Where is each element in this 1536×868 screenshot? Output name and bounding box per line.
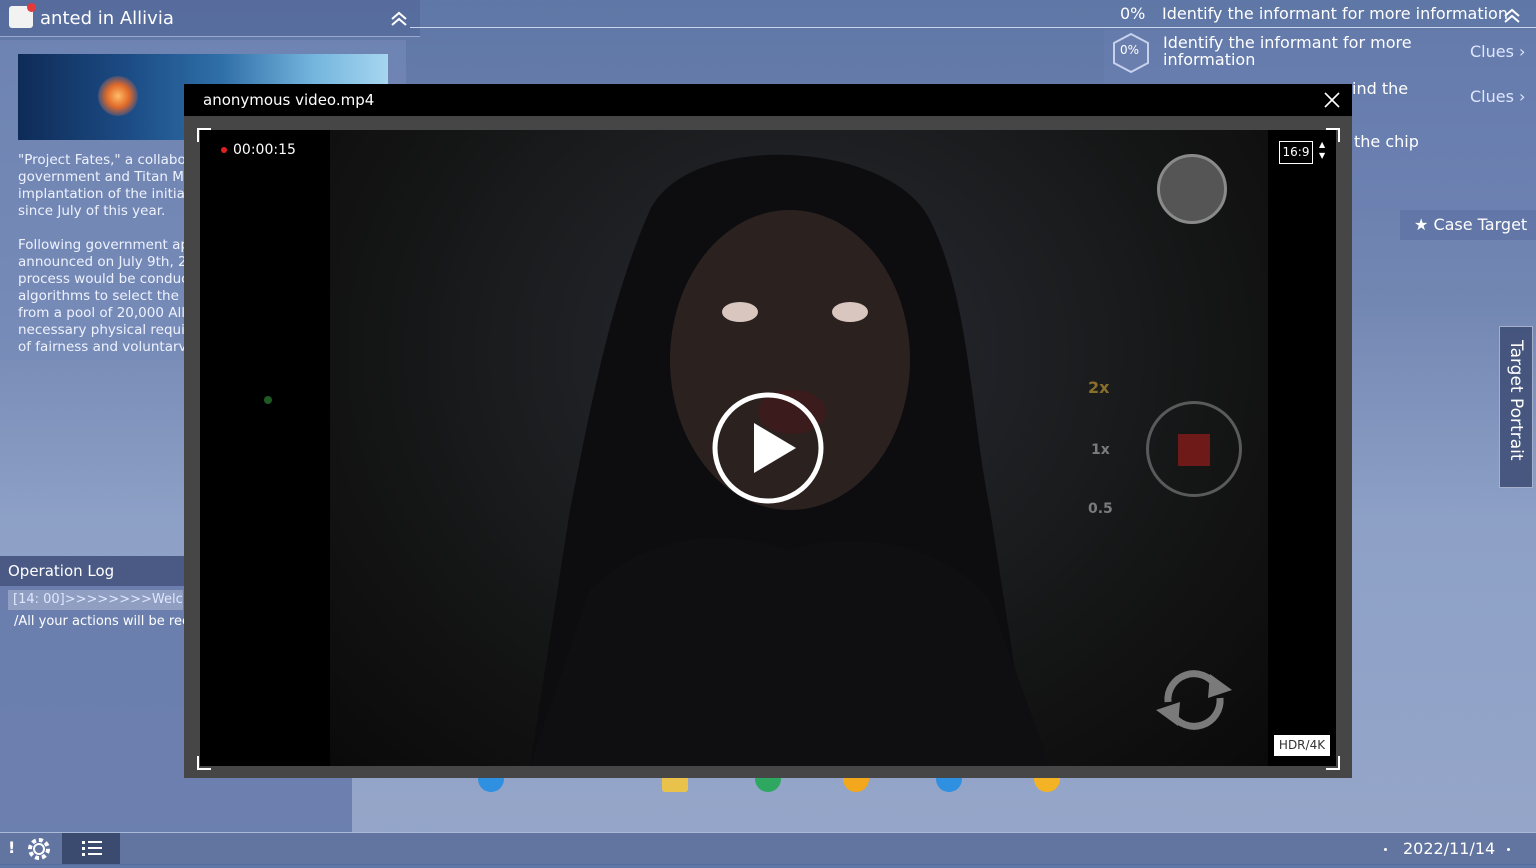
viewfinder-corner bbox=[197, 128, 211, 142]
target-portrait-label: Target Portrait bbox=[1506, 340, 1526, 461]
play-icon[interactable] bbox=[712, 392, 824, 504]
video-window-title: anonymous video.mp4 bbox=[203, 91, 375, 109]
aspect-ratio-badge[interactable]: 16:9 bbox=[1279, 141, 1313, 164]
task-item-title[interactable]: Identify the informant for more informat… bbox=[1163, 34, 1423, 68]
news-app-icon bbox=[9, 3, 36, 28]
taskbar bbox=[0, 832, 1536, 865]
star-icon: ★ bbox=[1414, 215, 1429, 234]
viewfinder-corner bbox=[197, 756, 211, 770]
separator-dot bbox=[1507, 848, 1510, 851]
dock-app-icon[interactable] bbox=[936, 776, 962, 792]
recording-indicator-icon bbox=[221, 147, 227, 153]
current-task-title[interactable]: Identify the informant for more informat… bbox=[1162, 4, 1508, 23]
news-paragraph: Following government app announced on Jul… bbox=[18, 237, 188, 351]
viewfinder-corner bbox=[1326, 756, 1340, 770]
task-list-button[interactable] bbox=[62, 833, 120, 864]
dock-app-icon[interactable] bbox=[843, 776, 869, 792]
task-divider bbox=[410, 27, 1536, 28]
separator-dot bbox=[1384, 848, 1387, 851]
recording-timer: 00:00:15 bbox=[233, 142, 296, 158]
log-entry: [14: 00]>>>>>>>>Welcome bbox=[8, 590, 183, 610]
task-item-title[interactable]: the chip bbox=[1354, 132, 1419, 151]
app-title: anted in Allivia bbox=[40, 8, 174, 29]
collapse-up-icon[interactable] bbox=[1503, 7, 1521, 23]
system-date: 2022/11/14 bbox=[1403, 839, 1496, 858]
task-progress-top: 0% bbox=[1120, 4, 1146, 23]
clues-link[interactable]: Clues › bbox=[1470, 87, 1525, 106]
operation-log-title: Operation Log bbox=[8, 562, 115, 580]
switch-camera-icon[interactable] bbox=[1154, 662, 1234, 738]
quality-badge: HDR/4K bbox=[1274, 735, 1330, 756]
viewfinder-corner bbox=[1326, 128, 1340, 142]
task-progress: 0% bbox=[1120, 43, 1140, 57]
focus-indicator-icon bbox=[264, 396, 272, 404]
dock-app-icon[interactable] bbox=[755, 776, 781, 792]
clues-link[interactable]: Clues › bbox=[1470, 42, 1525, 61]
task-item-title[interactable]: ind the bbox=[1352, 79, 1408, 98]
alert-icon[interactable]: ! bbox=[8, 838, 15, 857]
list-icon bbox=[82, 841, 102, 856]
dock-app-icon[interactable] bbox=[1034, 776, 1060, 792]
case-target-button[interactable]: ★ Case Target bbox=[1414, 215, 1527, 234]
news-paragraph: "Project Fates," a collabor government an… bbox=[18, 152, 188, 219]
ratio-toggle-arrows-icon[interactable]: ▲ ▼ bbox=[1319, 139, 1325, 161]
dock-app-icon[interactable] bbox=[662, 776, 688, 792]
stop-icon bbox=[1178, 434, 1210, 466]
shutter-button[interactable] bbox=[1157, 154, 1227, 224]
close-icon[interactable] bbox=[1322, 90, 1342, 110]
zoom-option-2x[interactable]: 2x bbox=[1088, 378, 1109, 397]
collapse-up-icon[interactable] bbox=[390, 10, 408, 26]
zoom-option-0-5x[interactable]: 0.5 bbox=[1088, 501, 1113, 517]
log-entry: /All your actions will be rec bbox=[14, 614, 190, 629]
dock-app-icon[interactable] bbox=[478, 776, 504, 792]
gear-icon[interactable] bbox=[26, 836, 52, 862]
zoom-option-1x[interactable]: 1x bbox=[1091, 442, 1110, 458]
